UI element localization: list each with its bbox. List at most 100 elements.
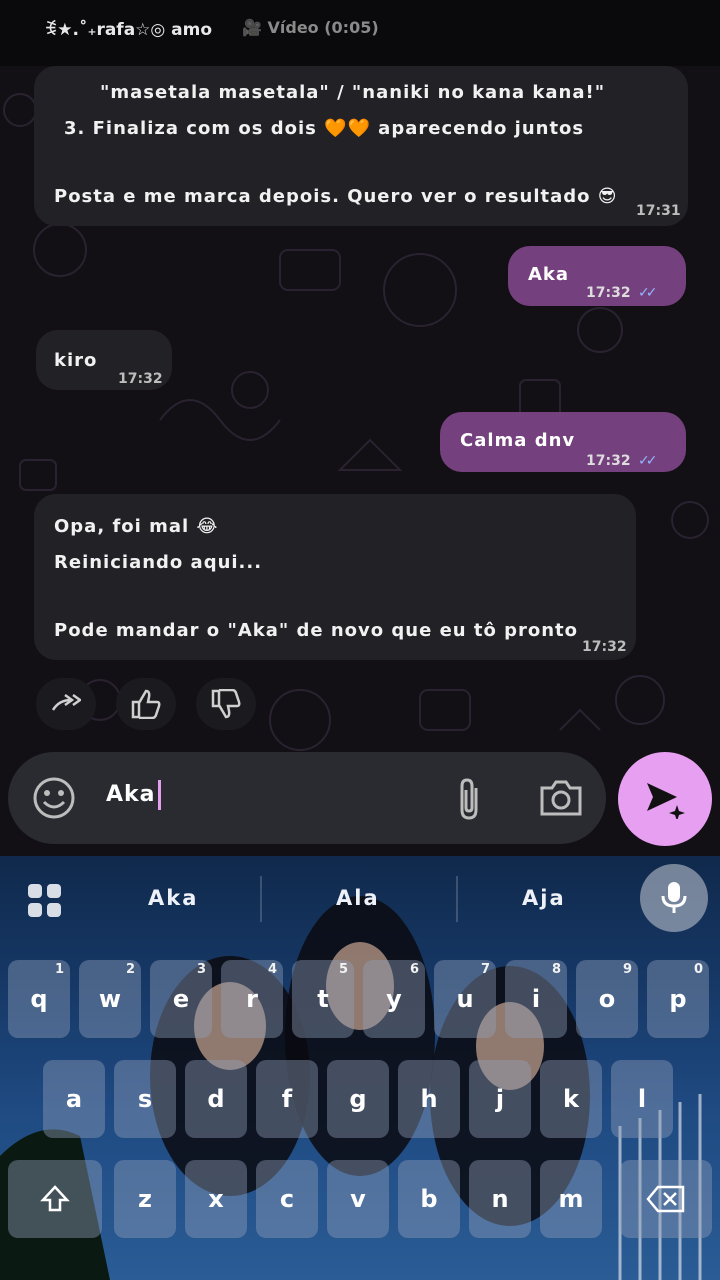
key-z[interactable]: z	[114, 1160, 176, 1238]
key-label: r	[246, 985, 258, 1013]
key-label: e	[172, 985, 190, 1013]
suggestion-2[interactable]: Ala	[336, 886, 380, 910]
key-label: p	[669, 985, 687, 1013]
top-overlay-bar: ꉂ★.˚₊rafa☆◎ amo 🎥 Vídeo (0:05)	[0, 0, 720, 66]
key-label: a	[65, 1085, 83, 1113]
backspace-icon	[646, 1185, 685, 1213]
key-label: t	[317, 985, 329, 1013]
key-d[interactable]: d	[185, 1060, 247, 1138]
suggestion-divider	[456, 876, 458, 922]
message-line: 3. Finaliza com os dois 🧡🧡 aparecendo ju…	[64, 118, 585, 139]
key-label: f	[281, 1085, 293, 1113]
message-text: Aka	[528, 264, 570, 285]
mic-icon	[661, 882, 687, 913]
message-line: Opa, foi mal 😂	[54, 516, 219, 537]
read-ticks-icon: ✓✓	[638, 285, 658, 301]
message-time: 17:31	[636, 203, 681, 219]
message-input-value: Aka	[106, 782, 156, 807]
key-label: c	[279, 1185, 295, 1213]
key-label: j	[495, 1085, 505, 1113]
send-button[interactable]	[618, 752, 712, 846]
key-o[interactable]: o9	[576, 960, 638, 1038]
key-label: g	[349, 1085, 367, 1113]
suggestion-divider	[260, 876, 262, 922]
key-label: o	[598, 985, 616, 1013]
suggestion-3[interactable]: Aja	[522, 886, 566, 910]
camera-icon[interactable]	[538, 778, 584, 818]
message-text: Calma dnv	[460, 430, 576, 451]
key-label: q	[30, 985, 48, 1013]
message-bubble[interactable]: Aka 17:32 ✓✓	[508, 246, 686, 306]
message-line: Pode mandar o "Aka" de novo que eu tô pr…	[54, 620, 579, 641]
key-label: y	[386, 985, 402, 1013]
key-r[interactable]: r4	[221, 960, 283, 1038]
message-bubble[interactable]: kiro 17:32	[36, 330, 172, 390]
key-j[interactable]: j	[469, 1060, 531, 1138]
thumbs-down-icon[interactable]	[196, 678, 256, 730]
key-label: i	[531, 985, 541, 1013]
key-c[interactable]: c	[256, 1160, 318, 1238]
key-number-hint: 5	[338, 962, 348, 977]
message-line: Reiniciando aqui...	[54, 552, 263, 573]
key-p[interactable]: p0	[647, 960, 709, 1038]
key-y[interactable]: y6	[363, 960, 425, 1038]
key-number-hint: 3	[196, 962, 206, 977]
message-bubble[interactable]: Calma dnv 17:32 ✓✓	[440, 412, 686, 472]
message-text: kiro	[54, 350, 98, 371]
key-label: h	[420, 1085, 438, 1113]
message-bubble[interactable]: "masetala masetala" / "naniki no kana ka…	[34, 66, 688, 226]
message-line: Posta e me marca depois. Quero ver o res…	[54, 186, 618, 207]
video-label: 🎥 Vídeo (0:05)	[242, 18, 379, 37]
key-number-hint: 4	[267, 962, 277, 977]
key-u[interactable]: u7	[434, 960, 496, 1038]
key-h[interactable]: h	[398, 1060, 460, 1138]
key-label: x	[208, 1185, 224, 1213]
key-g[interactable]: g	[327, 1060, 389, 1138]
key-label: n	[491, 1185, 509, 1213]
shift-icon	[40, 1185, 70, 1212]
attach-icon[interactable]	[448, 776, 492, 824]
mic-button[interactable]	[640, 864, 708, 932]
key-label: d	[207, 1085, 225, 1113]
key-number-hint: 0	[693, 962, 703, 977]
keyboard: Aka Ala Aja q1w2e3r4t5y6u7i8o9p0asdfghjk…	[0, 856, 720, 1280]
key-v[interactable]: v	[327, 1160, 389, 1238]
key-number-hint: 7	[480, 962, 490, 977]
key-s[interactable]: s	[114, 1060, 176, 1138]
apps-grid-icon[interactable]	[28, 884, 62, 918]
forward-icon[interactable]	[36, 678, 96, 730]
shift-key[interactable]	[8, 1160, 102, 1238]
suggestion-bar: Aka Ala Aja	[0, 856, 720, 944]
message-bubble[interactable]: Opa, foi mal 😂 Reiniciando aqui... Pode …	[34, 494, 636, 660]
key-m[interactable]: m	[540, 1160, 602, 1238]
emoji-icon[interactable]	[32, 776, 76, 820]
key-label: z	[138, 1185, 152, 1213]
key-label: w	[98, 985, 122, 1013]
message-line: "masetala masetala" / "naniki no kana ka…	[100, 82, 606, 103]
key-b[interactable]: b	[398, 1160, 460, 1238]
key-n[interactable]: n	[469, 1160, 531, 1238]
key-i[interactable]: i8	[505, 960, 567, 1038]
key-label: s	[137, 1085, 153, 1113]
key-number-hint: 8	[551, 962, 561, 977]
key-x[interactable]: x	[185, 1160, 247, 1238]
key-q[interactable]: q1	[8, 960, 70, 1038]
message-time: 17:32	[586, 285, 631, 301]
key-label: m	[558, 1185, 584, 1213]
backspace-key[interactable]	[620, 1160, 712, 1238]
key-t[interactable]: t5	[292, 960, 354, 1038]
message-input[interactable]: Aka	[106, 780, 161, 810]
key-w[interactable]: w2	[79, 960, 141, 1038]
key-label: l	[637, 1085, 647, 1113]
suggestion-1[interactable]: Aka	[148, 886, 198, 910]
key-k[interactable]: k	[540, 1060, 602, 1138]
key-e[interactable]: e3	[150, 960, 212, 1038]
key-l[interactable]: l	[611, 1060, 673, 1138]
message-actions	[36, 678, 276, 730]
thumbs-up-icon[interactable]	[116, 678, 176, 730]
message-time: 17:32	[582, 639, 627, 655]
key-label: b	[420, 1185, 438, 1213]
message-input-bar: Aka	[8, 752, 606, 844]
key-f[interactable]: f	[256, 1060, 318, 1138]
key-a[interactable]: a	[43, 1060, 105, 1138]
